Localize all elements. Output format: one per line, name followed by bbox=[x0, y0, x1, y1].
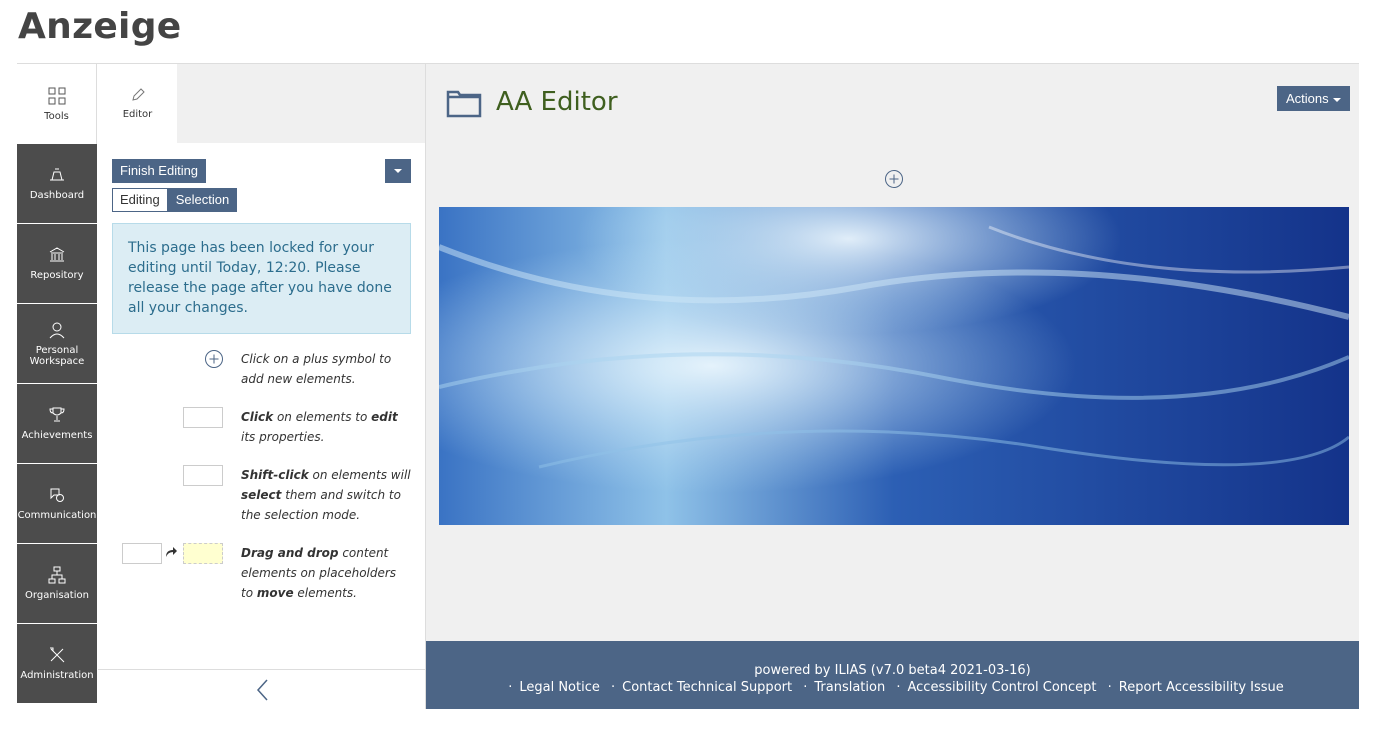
mainbar-tools-button[interactable]: Tools bbox=[17, 64, 97, 144]
page-footer: powered by ILIAS (v7.0 beta4 2021-03-16)… bbox=[426, 641, 1359, 709]
mainbar: Tools Dashboard Repository Personal Work… bbox=[17, 64, 98, 709]
ocean-wave-image bbox=[439, 207, 1349, 525]
finish-editing-button[interactable]: Finish Editing bbox=[112, 159, 207, 183]
content-title: AA Editor bbox=[496, 87, 618, 117]
chat-icon bbox=[50, 488, 64, 502]
help-select-elements: Shift-click on elements will select them… bbox=[112, 465, 411, 522]
chevron-left-icon[interactable] bbox=[255, 678, 269, 702]
footer-link-accessibility-concept[interactable]: Accessibility Control Concept bbox=[908, 680, 1097, 695]
footer-link-translation[interactable]: Translation bbox=[814, 680, 885, 695]
mainbar-item-achievements[interactable]: Achievements bbox=[17, 384, 97, 464]
tab-editor-label: Editor bbox=[122, 109, 153, 120]
mainbar-item-label: Personal Workspace bbox=[29, 344, 85, 367]
help-text: Click on elements to edit its properties… bbox=[241, 410, 398, 444]
footer-link-legal[interactable]: Legal Notice bbox=[519, 680, 600, 695]
mainbar-item-label: Communication bbox=[17, 510, 97, 521]
placeholder-box-sample bbox=[183, 543, 223, 564]
element-box-sample bbox=[122, 543, 162, 564]
help-drag-drop: Drag and drop content elements on placeh… bbox=[112, 543, 411, 600]
tools-icon bbox=[50, 647, 65, 663]
lock-info-message: This page has been locked for your editi… bbox=[112, 223, 411, 334]
arrow-right-icon bbox=[166, 547, 177, 557]
mode-selection-button[interactable]: Selection bbox=[167, 188, 238, 212]
dashboard-icon bbox=[50, 168, 64, 181]
mainbar-item-label: Repository bbox=[30, 270, 84, 281]
element-box-sample bbox=[183, 407, 223, 428]
help-edit-elements: Click on elements to edit its properties… bbox=[112, 407, 411, 463]
mainbar-item-label: Achievements bbox=[21, 430, 93, 441]
element-box-sample bbox=[183, 465, 223, 486]
trophy-icon bbox=[49, 407, 65, 422]
mode-toggle: Editing Selection bbox=[112, 188, 238, 212]
help-text: Drag and drop content elements on placeh… bbox=[241, 546, 397, 600]
mainbar-item-administration[interactable]: Administration bbox=[17, 624, 97, 704]
mainbar-item-organisation[interactable]: Organisation bbox=[17, 544, 97, 624]
mainbar-item-repository[interactable]: Repository bbox=[17, 224, 97, 304]
editor-dropdown-button[interactable] bbox=[385, 159, 411, 183]
mainbar-tools-label: Tools bbox=[44, 110, 69, 122]
footer-links: · Legal Notice · Contact Technical Support… bbox=[508, 680, 1284, 695]
plus-circle-icon bbox=[205, 350, 223, 368]
mode-editing-button[interactable]: Editing bbox=[112, 188, 168, 212]
help-text: Shift-click on elements will select them… bbox=[241, 468, 411, 522]
content-area: AA Editor Actions bbox=[426, 64, 1359, 641]
repository-icon bbox=[49, 247, 65, 262]
mainbar-item-dashboard[interactable]: Dashboard bbox=[17, 144, 97, 224]
mainbar-item-label: Organisation bbox=[25, 590, 89, 601]
add-element-plus-icon[interactable] bbox=[884, 169, 904, 189]
page-title: Anzeige bbox=[18, 6, 182, 47]
footer-link-report-accessibility[interactable]: Report Accessibility Issue bbox=[1119, 680, 1284, 695]
folder-icon bbox=[446, 90, 482, 118]
mainbar-item-personal-workspace[interactable]: Personal Workspace bbox=[17, 304, 97, 384]
footer-powered-by: powered by ILIAS (v7.0 beta4 2021-03-16) bbox=[754, 663, 1031, 678]
mainbar-item-label: Administration bbox=[20, 670, 94, 681]
actions-button[interactable]: Actions bbox=[1277, 86, 1350, 111]
mainbar-item-communication[interactable]: Communication bbox=[17, 464, 97, 544]
page-image[interactable] bbox=[439, 207, 1349, 525]
slate-tabs: Editor bbox=[98, 64, 425, 143]
org-chart-icon bbox=[48, 566, 66, 584]
footer-link-support[interactable]: Contact Technical Support bbox=[622, 680, 792, 695]
tab-editor[interactable]: Editor bbox=[98, 64, 177, 143]
grid-icon bbox=[48, 87, 65, 104]
help-text: Click on a plus symbol to add new elemen… bbox=[241, 352, 392, 386]
slate-collapse-bar bbox=[98, 669, 425, 709]
help-add-elements: Click on a plus symbol to add new elemen… bbox=[112, 349, 411, 405]
mainbar-item-label: Dashboard bbox=[29, 190, 85, 201]
person-icon bbox=[49, 322, 65, 338]
pencil-icon bbox=[131, 88, 145, 101]
editor-slate: Editor Finish Editing Editing Selection … bbox=[98, 64, 426, 709]
